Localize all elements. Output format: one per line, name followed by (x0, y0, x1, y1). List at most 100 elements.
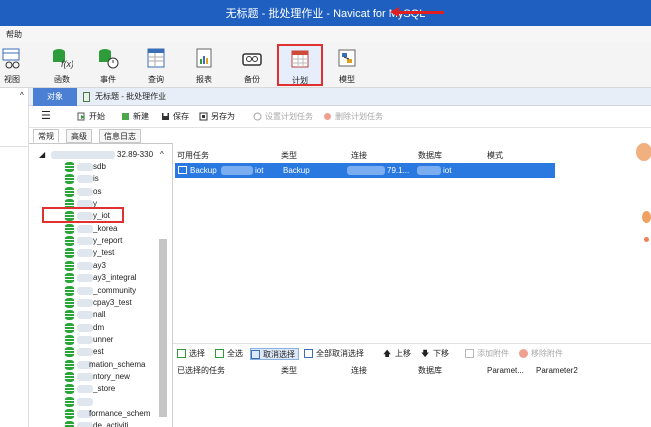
model-label: 模型 (339, 75, 355, 84)
decorative-dot (642, 211, 651, 223)
tree-database-label: ay3_integral (93, 273, 137, 283)
function-button[interactable]: f(x) 函数 (42, 45, 82, 85)
col-selected-connection: 连接 (351, 366, 367, 375)
report-button[interactable]: 报表 (184, 45, 224, 85)
hamburger-menu-icon[interactable]: ☰ (41, 111, 51, 122)
database-icon (65, 186, 74, 197)
col-selected-database: 数据库 (418, 366, 442, 375)
tree-database-item[interactable]: _korea (29, 223, 172, 235)
new-button[interactable]: 新建 (121, 111, 149, 123)
report-icon (196, 48, 212, 68)
tree-database-item[interactable]: is (29, 173, 172, 185)
col-type: 类型 (281, 151, 297, 160)
select-button[interactable]: 选择 (177, 348, 205, 360)
redacted-db-prefix (77, 237, 93, 246)
tree-database-item[interactable]: sdb (29, 161, 172, 173)
redacted-db-prefix (77, 397, 93, 406)
remove-attachment-button[interactable]: 移除附件 (519, 348, 563, 360)
database-icon (65, 384, 74, 395)
tree-database-item[interactable] (29, 396, 172, 408)
database-icon (65, 322, 74, 333)
save-button[interactable]: 保存 (161, 111, 189, 123)
schedule-button[interactable]: 计划 (277, 44, 323, 86)
tree-database-item[interactable]: y_report (29, 235, 172, 247)
tree-database-label: nall (93, 310, 106, 320)
move-down-button[interactable]: 🡇 下移 (421, 348, 449, 360)
scroll-up-arrow[interactable]: ^ (160, 149, 164, 161)
connection-strip: ^ (0, 88, 29, 427)
redacted-db-prefix (77, 261, 93, 270)
database-icon (65, 359, 74, 370)
tree-database-item[interactable]: est (29, 346, 172, 358)
col-database: 数据库 (418, 151, 442, 160)
tree-database-label: est (93, 347, 104, 357)
tree-database-item[interactable]: unner (29, 334, 172, 346)
move-up-button[interactable]: 🡅 上移 (383, 348, 411, 360)
tree-database-label: dm (93, 322, 105, 332)
strip-divider (0, 146, 28, 147)
tree-database-item[interactable]: formance_schem (29, 408, 172, 420)
start-button[interactable]: 开始 (77, 111, 105, 123)
tree-database-item[interactable]: os (29, 186, 172, 198)
set-schedule-task-button[interactable]: 设置计划任务 (253, 111, 313, 123)
tree-database-item[interactable]: dm (29, 322, 172, 334)
redacted-task-name (221, 166, 253, 175)
tree-database-item[interactable]: ay3_integral (29, 272, 172, 284)
tree-database-item[interactable]: ntory_new (29, 371, 172, 383)
expand-caret-icon[interactable]: ◢ (39, 149, 45, 161)
save-as-icon (199, 112, 208, 121)
tree-database-item[interactable]: mation_schema (29, 359, 172, 371)
new-icon (122, 113, 129, 120)
database-icon (65, 162, 74, 172)
save-as-button[interactable]: 另存为 (199, 111, 235, 123)
col-available: 可用任务 (177, 151, 209, 160)
tree-scrollbar[interactable] (159, 239, 167, 417)
tree-database-label: is (93, 174, 99, 184)
tab-batch-job[interactable]: 无标题 - 批处理作业 (79, 88, 166, 106)
tree-database-label: ay3 (93, 260, 106, 270)
tree-database-item[interactable]: de_activiti (29, 420, 172, 427)
add-attachment-button[interactable]: 添加附件 (465, 348, 509, 360)
tree-database-label: mation_schema (89, 359, 146, 369)
tab-advanced[interactable]: 高级 (66, 129, 92, 143)
redacted-db-prefix (77, 175, 93, 184)
collapse-caret-icon[interactable]: ^ (20, 91, 24, 100)
tree-database-item[interactable]: y_test (29, 247, 172, 259)
redacted-db-prefix (77, 224, 93, 233)
task-panel: 可用任务 类型 连接 数据库 模式 Backup iot Backup 79.1… (172, 143, 651, 427)
tree-root[interactable]: ◢ 32.89-330 ^ (29, 149, 172, 161)
redacted-db-prefix (77, 286, 93, 295)
deselect-button[interactable]: 取消选择 (250, 348, 299, 360)
tree-database-item[interactable]: nall (29, 309, 172, 321)
tab-batch-job-label: 无标题 - 批处理作业 (95, 92, 167, 101)
tab-general[interactable]: 常规 (33, 129, 59, 143)
tree-database-item[interactable]: cpay3_test (29, 297, 172, 309)
model-button[interactable]: 模型 (327, 45, 367, 85)
tree-database-item[interactable]: _store (29, 383, 172, 395)
task-row[interactable]: Backup iot Backup 79.1... iot (175, 163, 555, 178)
tree-database-label: ntory_new (93, 371, 130, 381)
delete-clock-icon (324, 113, 331, 120)
tab-info-log[interactable]: 信息日志 (99, 129, 141, 143)
view-button[interactable]: 视图 (0, 45, 32, 85)
deselect-all-button[interactable]: 全部取消选择 (304, 348, 364, 360)
task-name: Backup (190, 166, 217, 175)
delete-schedule-task-button[interactable]: 删除计划任务 (323, 111, 383, 123)
tree-database-item[interactable]: _community (29, 285, 172, 297)
calendar-icon (291, 50, 309, 68)
select-icon (177, 349, 186, 358)
decorative-dot-small (644, 237, 649, 242)
col-connection: 连接 (351, 151, 367, 160)
col-selected: 已选择的任务 (177, 366, 225, 375)
backup-task-icon (178, 166, 187, 174)
select-all-button[interactable]: 全选 (215, 348, 243, 360)
menu-help[interactable]: 帮助 (6, 30, 22, 39)
function-icon: f(x) (53, 49, 74, 69)
tab-objects[interactable]: 对象 (33, 88, 77, 106)
tree-database-item[interactable]: ay3 (29, 260, 172, 272)
backup-button[interactable]: 备份 (232, 45, 272, 85)
available-tasks-header: 可用任务 类型 连接 数据库 模式 (173, 148, 651, 163)
query-button[interactable]: 查询 (136, 45, 176, 85)
redacted-db-prefix (77, 422, 93, 427)
event-button[interactable]: 事件 (88, 45, 128, 85)
